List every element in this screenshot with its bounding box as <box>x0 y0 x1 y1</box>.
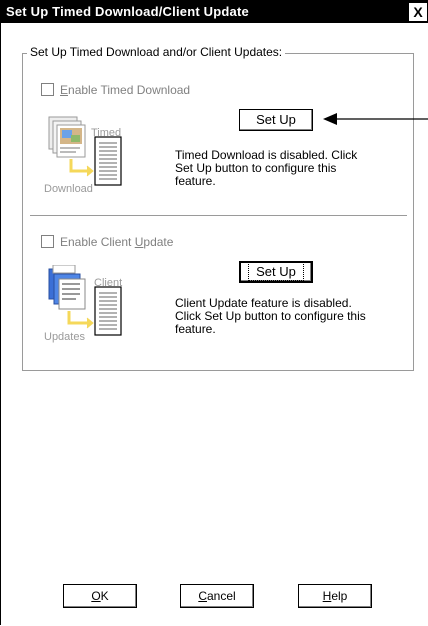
checkbox-icon[interactable] <box>41 235 54 248</box>
close-icon[interactable]: X <box>409 3 427 21</box>
documents-icon <box>48 116 86 158</box>
help-button[interactable]: Help <box>298 584 372 608</box>
timed-download-label: nable Timed Download <box>68 83 191 97</box>
server-icon <box>94 286 122 336</box>
updates-label: Updates <box>44 331 85 343</box>
window-title: Set Up Timed Download/Client Update <box>6 4 249 19</box>
ok-accel: O <box>91 589 101 603</box>
timed-download-accel: E <box>60 83 69 97</box>
cancel-label: ancel <box>206 589 236 603</box>
timed-download-status: Timed Download is disabled. Click Set Up… <box>175 149 385 188</box>
client-status-line3: feature. <box>175 322 216 336</box>
client-update-status: Client Update feature is disabled. Click… <box>175 297 385 336</box>
callout-arrow-icon <box>323 113 428 125</box>
help-label: elp <box>331 589 348 603</box>
timed-download-setup-button[interactable]: Set Up <box>239 109 313 131</box>
title-bar[interactable]: Set Up Timed Download/Client Update X <box>1 1 428 23</box>
client-label: Client <box>94 277 123 289</box>
client-update-label-before: Enable Client <box>60 235 135 249</box>
cancel-accel: C <box>198 589 207 603</box>
ok-button[interactable]: OK <box>63 584 137 608</box>
enable-timed-download-checkbox[interactable]: Enable Timed Download <box>41 83 190 97</box>
timed-label: Timed <box>91 127 122 139</box>
server-icon <box>94 136 122 186</box>
cancel-button[interactable]: Cancel <box>180 584 254 608</box>
setup-button-label: Set Up <box>248 262 304 281</box>
ok-label: K <box>100 589 109 603</box>
documents-icon <box>48 265 86 310</box>
dialog-window: Set Up Timed Download/Client Update X Se… <box>0 0 428 625</box>
download-label: Download <box>44 183 93 195</box>
timed-status-line3: feature. <box>175 174 216 188</box>
section-divider <box>30 215 407 217</box>
timed-download-illustration <box>48 116 122 186</box>
client-update-setup-button[interactable]: Set Up <box>239 261 313 283</box>
enable-client-update-checkbox[interactable]: Enable Client Update <box>41 235 173 249</box>
setup-button-label: Set Up <box>256 112 296 127</box>
groupbox-title: Set Up Timed Download and/or Client Upda… <box>27 45 286 59</box>
client-update-label-after: pdate <box>143 235 174 249</box>
checkbox-icon[interactable] <box>41 83 54 96</box>
